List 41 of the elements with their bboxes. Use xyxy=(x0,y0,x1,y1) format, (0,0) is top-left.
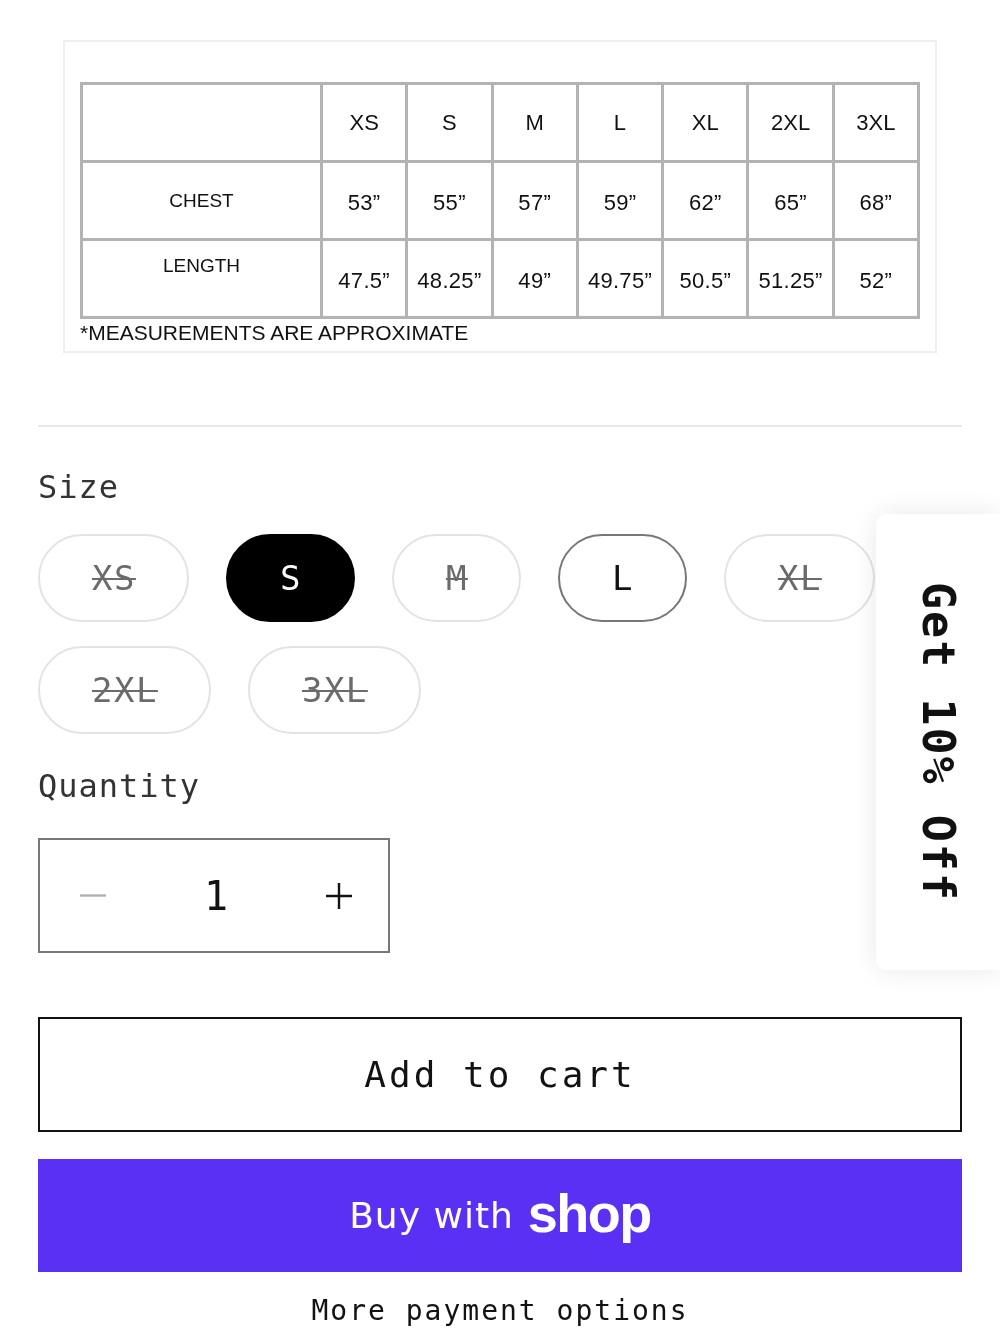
size-label: Size xyxy=(38,467,120,507)
column-header: XS xyxy=(321,83,407,162)
size-option[interactable]: L xyxy=(557,534,687,622)
table-cell: 55” xyxy=(406,161,493,240)
minus-icon xyxy=(80,894,106,897)
column-header: S xyxy=(406,83,493,162)
table-cell: 51.25” xyxy=(747,239,834,318)
column-header: 3XL xyxy=(833,83,919,162)
table-cell: 50.5” xyxy=(662,239,748,318)
table-cell: 57” xyxy=(492,161,578,240)
size-option[interactable]: S xyxy=(225,534,355,622)
size-option[interactable]: 3XL xyxy=(247,646,421,734)
table-cell: 59” xyxy=(577,161,663,240)
column-header: M xyxy=(492,83,578,162)
discount-tab[interactable]: Get 10% Off xyxy=(876,514,1000,970)
size-option[interactable]: 2XL xyxy=(38,646,211,734)
column-header: XL xyxy=(662,83,748,162)
table-cell: 49.75” xyxy=(577,239,663,318)
size-option[interactable]: XS xyxy=(38,534,189,622)
quantity-label: Quantity xyxy=(38,766,201,806)
row-header: CHEST xyxy=(81,161,322,240)
column-header: 2XL xyxy=(747,83,834,162)
table-cell: 49” xyxy=(492,239,578,318)
buy-with-shop-button[interactable]: Buy with shop xyxy=(38,1159,962,1272)
column-header: L xyxy=(577,83,663,162)
table-cell: 68” xyxy=(833,161,919,240)
table-cell: 65” xyxy=(747,161,834,240)
quantity-selector[interactable]: 1 xyxy=(38,838,390,953)
measurement-note: *MEASUREMENTS ARE APPROXIMATE xyxy=(80,321,469,345)
table-cell: 48.25” xyxy=(406,239,493,318)
row-header: LENGTH xyxy=(81,239,322,318)
size-option[interactable]: M xyxy=(391,534,521,622)
more-payment-options-link[interactable]: More payment options xyxy=(311,1294,689,1328)
table-cell: 62” xyxy=(662,161,748,240)
table-cell: 47.5” xyxy=(321,239,407,318)
table-cell: 52” xyxy=(833,239,919,318)
table-cell: 53” xyxy=(321,161,407,240)
size-option[interactable]: XL xyxy=(723,534,875,622)
quantity-field[interactable]: 1 xyxy=(171,872,261,919)
add-to-cart-button[interactable]: Add to cart xyxy=(38,1017,962,1132)
plus-icon xyxy=(326,882,352,909)
